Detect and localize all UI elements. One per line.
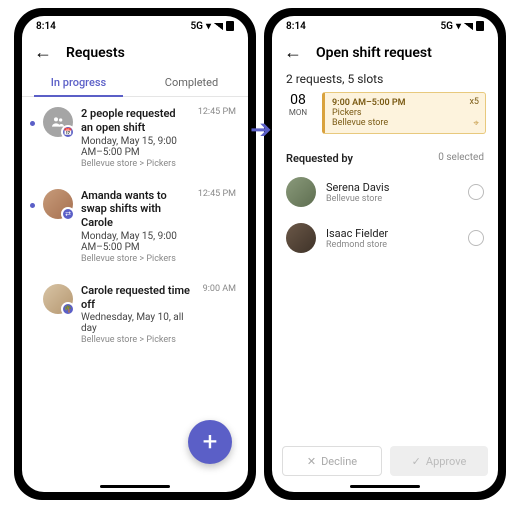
item-subtitle: Monday, May 15, 9:00 AM–5:00 PM <box>81 231 186 253</box>
header: ← Requests <box>22 36 248 68</box>
wifi-icon: ▾ <box>206 21 211 32</box>
item-breadcrumb: Bellevue store > Pickers <box>81 254 186 264</box>
item-subtitle: Wednesday, May 10, all day <box>81 312 191 334</box>
item-time: 12:45 PM <box>198 107 236 169</box>
avatar: 🌴 <box>43 284 73 314</box>
shift-multiplier: x5 <box>469 97 479 107</box>
item-title: Carole requested time off <box>81 284 191 312</box>
avatar: ⇄ <box>43 189 73 219</box>
status-bar: 8:14 5G ▾ <box>272 16 498 36</box>
timeoff-badge-icon: 🌴 <box>61 302 75 316</box>
unread-dot <box>30 121 35 126</box>
signal-icon <box>464 23 473 30</box>
home-indicator <box>350 485 420 488</box>
phone-right: 8:14 5G ▾ ← Open shift request 2 request… <box>264 8 506 500</box>
item-title: Amanda wants to swap shifts with Carole <box>81 189 186 230</box>
slot-row: 08 MON 9:00 AM–5:00 PM Pickers Bellevue … <box>272 92 498 144</box>
item-breadcrumb: Bellevue store > Pickers <box>81 335 191 345</box>
page-title: Requests <box>66 45 125 61</box>
item-subtitle: Monday, May 15, 9:00 AM–5:00 PM <box>81 136 186 158</box>
battery-icon <box>226 21 234 31</box>
requester-store: Redmond store <box>326 240 458 250</box>
arrow-icon: ➔ <box>250 115 272 145</box>
action-bar: ✕ Decline ✓ Approve <box>282 446 488 476</box>
date-number: 08 <box>284 92 312 108</box>
section-label: Requested by <box>286 152 353 165</box>
decline-button[interactable]: ✕ Decline <box>282 446 382 476</box>
wifi-icon: ▾ <box>456 21 461 32</box>
requester-name: Isaac Fielder <box>326 227 458 240</box>
home-indicator <box>100 485 170 488</box>
tab-completed[interactable]: Completed <box>135 68 248 96</box>
signal-icon <box>214 23 223 30</box>
unread-dot <box>30 203 35 208</box>
list-item[interactable]: ⇄ Amanda wants to swap shifts with Carol… <box>22 179 248 274</box>
approve-label: Approve <box>426 455 466 468</box>
check-icon: ✓ <box>412 455 421 468</box>
calendar-badge-icon: 📅 <box>61 125 75 139</box>
unread-dot-empty <box>30 298 35 303</box>
approve-button[interactable]: ✓ Approve <box>390 446 488 476</box>
decline-label: Decline <box>321 455 357 468</box>
tabs: In progress Completed <box>22 68 248 97</box>
select-radio[interactable] <box>468 184 484 200</box>
item-title: 2 people requested an open shift <box>81 107 186 135</box>
list-item[interactable]: 🌴 Carole requested time off Wednesday, M… <box>22 274 248 356</box>
status-bar: 8:14 5G ▾ <box>22 16 248 36</box>
page-title: Open shift request <box>316 45 432 61</box>
phone-left: 8:14 5G ▾ ← Requests In progress Complet… <box>14 8 256 500</box>
tab-in-progress[interactable]: In progress <box>22 68 135 96</box>
swap-badge-icon: ⇄ <box>61 207 75 221</box>
section-header: Requested by 0 selected <box>272 144 498 169</box>
item-time: 9:00 AM <box>203 284 236 346</box>
selected-count: 0 selected <box>438 152 484 165</box>
item-breadcrumb: Bellevue store > Pickers <box>81 159 186 169</box>
shift-time: 9:00 AM–5:00 PM <box>332 98 478 108</box>
location-pin-icon: ⌖ <box>473 118 479 129</box>
list-item[interactable]: 📅 2 people requested an open shift Monda… <box>22 97 248 179</box>
shift-card[interactable]: 9:00 AM–5:00 PM Pickers Bellevue store x… <box>322 92 486 134</box>
shift-role: Pickers <box>332 108 478 118</box>
avatar <box>286 223 316 253</box>
back-icon[interactable]: ← <box>34 44 52 62</box>
back-icon[interactable]: ← <box>284 44 302 62</box>
status-net: 5G <box>440 21 453 32</box>
battery-icon <box>476 21 484 31</box>
close-icon: ✕ <box>307 455 316 468</box>
select-radio[interactable] <box>468 230 484 246</box>
item-time: 12:45 PM <box>198 189 236 264</box>
header: ← Open shift request <box>272 36 498 68</box>
requester-name: Serena Davis <box>326 181 458 194</box>
group-avatar: 📅 <box>43 107 73 137</box>
avatar <box>286 177 316 207</box>
date-column: 08 MON <box>284 92 312 134</box>
fab-add-button[interactable]: + <box>188 420 232 464</box>
summary-text: 2 requests, 5 slots <box>272 68 498 92</box>
status-time: 8:14 <box>36 21 56 32</box>
requester-row[interactable]: Serena Davis Bellevue store <box>272 169 498 215</box>
status-net: 5G <box>190 21 203 32</box>
status-time: 8:14 <box>286 21 306 32</box>
date-day: MON <box>284 108 312 117</box>
shift-store: Bellevue store <box>332 118 478 128</box>
requester-store: Bellevue store <box>326 194 458 204</box>
requester-row[interactable]: Isaac Fielder Redmond store <box>272 215 498 261</box>
